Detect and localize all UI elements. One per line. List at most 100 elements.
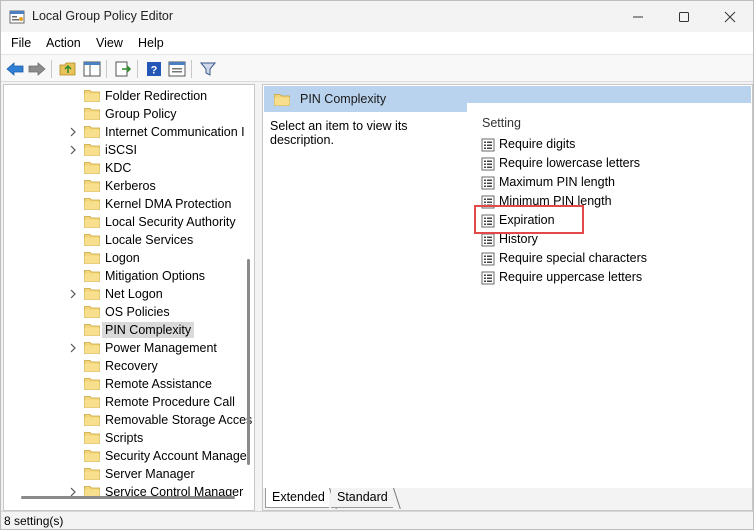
up-folder-button[interactable] xyxy=(58,59,78,79)
tree-item[interactable]: Removable Storage Acces xyxy=(4,411,252,429)
close-icon xyxy=(724,11,736,22)
window-title: Local Group Policy Editor xyxy=(32,9,174,23)
folder-icon xyxy=(84,288,100,300)
tree-item[interactable]: Remote Procedure Call xyxy=(4,393,244,411)
menu-action[interactable]: Action xyxy=(46,36,81,50)
minimize-button[interactable] xyxy=(615,1,661,32)
chevron-right-icon[interactable] xyxy=(68,288,78,300)
tree-item-label: iSCSI xyxy=(105,143,137,157)
menu-file[interactable]: File xyxy=(11,36,31,50)
policy-setting-icon xyxy=(481,271,495,285)
toolbar-separator xyxy=(191,60,192,78)
tree-item-label: Local Security Authority xyxy=(105,215,236,229)
folder-icon xyxy=(84,342,100,354)
tab-divider xyxy=(393,488,401,509)
tree-item[interactable]: Group Policy xyxy=(4,105,244,123)
show-hide-tree-button[interactable] xyxy=(82,59,102,79)
tree-item[interactable]: Internet Communication I xyxy=(4,123,245,141)
tree-item[interactable]: Folder Redirection xyxy=(4,87,244,105)
folder-icon xyxy=(84,378,100,390)
folder-icon xyxy=(84,126,100,138)
tree-item[interactable]: Scripts xyxy=(4,429,244,447)
tree-item[interactable]: Mitigation Options xyxy=(4,267,244,285)
export-list-button[interactable] xyxy=(113,59,133,79)
tree-item[interactable]: PIN Complexity xyxy=(4,321,244,339)
help-button[interactable]: ? xyxy=(144,59,164,79)
tree-item-label: OS Policies xyxy=(105,305,170,319)
status-text: 8 setting(s) xyxy=(4,514,64,528)
tree-item-label: Mitigation Options xyxy=(105,269,206,283)
properties-button[interactable] xyxy=(167,59,187,79)
setting-row[interactable]: Require digits xyxy=(481,135,741,154)
title-bar[interactable]: Local Group Policy Editor xyxy=(1,1,753,32)
tree-item[interactable]: OS Policies xyxy=(4,303,244,321)
tree-item-label: Power Management xyxy=(105,341,217,355)
settings-list[interactable]: Setting Require digits Require lowercase … xyxy=(467,103,752,480)
tree-item-label: Internet Communication I xyxy=(105,125,245,139)
folder-icon xyxy=(84,90,100,102)
tree-item[interactable]: Kernel DMA Protection xyxy=(4,195,244,213)
filter-icon xyxy=(200,62,216,76)
tree-item[interactable]: Kerberos xyxy=(4,177,244,195)
tree-pane[interactable]: Folder Redirection Group Policy Internet C… xyxy=(3,84,255,511)
chevron-right-icon[interactable] xyxy=(68,144,78,156)
tree-item-label: KDC xyxy=(105,161,132,175)
folder-icon xyxy=(84,216,100,228)
export-list-icon xyxy=(115,61,132,77)
tree-item-label: Folder Redirection xyxy=(105,89,208,103)
maximize-button[interactable] xyxy=(661,1,707,32)
folder-icon xyxy=(84,234,100,246)
description-text: Select an item to view its description. xyxy=(270,119,408,147)
tree-horizontal-scrollbar[interactable] xyxy=(21,496,235,499)
close-button[interactable] xyxy=(707,1,753,32)
minimize-icon xyxy=(633,16,643,17)
folder-icon xyxy=(84,306,100,318)
forward-button[interactable] xyxy=(27,59,47,79)
folder-icon xyxy=(84,414,100,426)
tree-item[interactable]: Logon xyxy=(4,249,244,267)
back-button[interactable] xyxy=(5,59,25,79)
setting-column-header[interactable]: Setting xyxy=(482,116,521,130)
highlight-annotation xyxy=(474,205,584,234)
back-icon xyxy=(6,62,24,76)
tree-item-label: Recovery xyxy=(105,359,158,373)
filter-button[interactable] xyxy=(198,59,218,79)
setting-row[interactable]: Require uppercase letters xyxy=(481,268,741,287)
setting-row[interactable]: Maximum PIN length xyxy=(481,173,741,192)
tree-item[interactable]: Recovery xyxy=(4,357,244,375)
tree-item[interactable]: Local Security Authority xyxy=(4,213,244,231)
tree-item-label: Remote Assistance xyxy=(105,377,212,391)
tree-item-label: Scripts xyxy=(105,431,144,445)
setting-label: History xyxy=(499,232,538,246)
folder-icon xyxy=(84,396,100,408)
tree-item[interactable]: iSCSI xyxy=(4,141,244,159)
show-hide-tree-icon xyxy=(83,61,101,77)
setting-row[interactable]: Require lowercase letters xyxy=(481,154,741,173)
tree-item[interactable]: Locale Services xyxy=(4,231,244,249)
maximize-icon xyxy=(679,11,689,22)
menu-view[interactable]: View xyxy=(96,36,123,50)
tab-standard[interactable]: Standard xyxy=(331,488,393,508)
tree-item-label: Net Logon xyxy=(105,287,163,301)
toolbar: ? xyxy=(1,54,753,82)
menu-help[interactable]: Help xyxy=(138,36,164,50)
folder-icon xyxy=(84,162,100,174)
toolbar-separator xyxy=(106,60,107,78)
tab-extended[interactable]: Extended xyxy=(265,488,329,508)
group-policy-app-icon xyxy=(9,10,25,24)
tree-item[interactable]: Net Logon xyxy=(4,285,244,303)
tree-item[interactable]: Power Management xyxy=(4,339,244,357)
folder-icon xyxy=(84,180,100,192)
setting-row[interactable]: Require special characters xyxy=(481,249,741,268)
tree-item[interactable]: KDC xyxy=(4,159,244,177)
tree-item[interactable]: Security Account Manage xyxy=(4,447,247,465)
tree-vertical-scrollbar[interactable] xyxy=(247,259,250,465)
folder-icon xyxy=(84,324,100,336)
setting-label: Require special characters xyxy=(499,251,647,265)
tree-item[interactable]: Remote Assistance xyxy=(4,375,244,393)
chevron-right-icon[interactable] xyxy=(68,342,78,354)
chevron-right-icon[interactable] xyxy=(68,126,78,138)
up-folder-icon xyxy=(59,62,76,76)
folder-icon xyxy=(84,270,100,282)
tree-item[interactable]: Server Manager xyxy=(4,465,244,483)
